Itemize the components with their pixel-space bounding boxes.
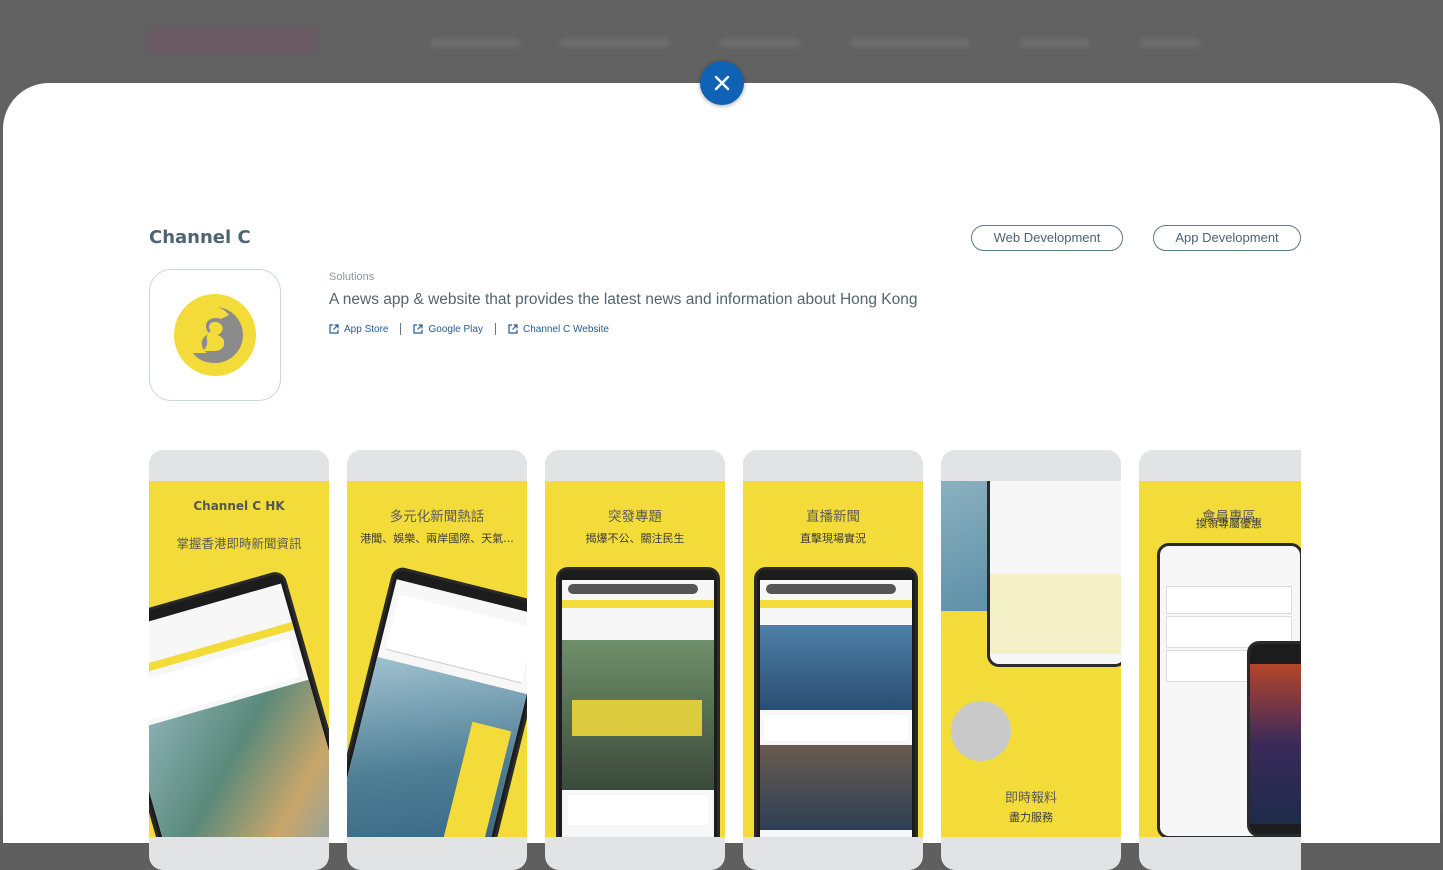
screen-reporter-photo bbox=[951, 701, 1011, 761]
link-google-play[interactable]: Google Play bbox=[413, 323, 483, 335]
screenshot-image: 直播新聞 直擊現場實況 bbox=[743, 481, 923, 837]
screenshot-subheading: 揭爆不公、關注民生 bbox=[585, 532, 685, 545]
screen-search bbox=[766, 584, 896, 594]
screen-band bbox=[562, 600, 714, 608]
phone-screen bbox=[347, 579, 527, 837]
phone-mockup bbox=[556, 567, 720, 837]
tag-web-development[interactable]: Web Development bbox=[971, 225, 1123, 251]
screenshot-5[interactable]: 即時報料 盡力服務 bbox=[941, 450, 1121, 870]
phone-mockup bbox=[347, 565, 527, 837]
screenshot-6[interactable]: 會員專區 換領專屬優惠 bbox=[1139, 450, 1301, 870]
screenshot-image: Channel C HK 掌握香港即時新聞資訊 bbox=[149, 481, 329, 837]
phone-mockup bbox=[754, 567, 918, 837]
tag-app-development[interactable]: App Development bbox=[1153, 225, 1301, 251]
background-nav-item bbox=[850, 38, 970, 48]
external-link-icon bbox=[508, 324, 518, 334]
screenshot-gallery[interactable]: Channel C HK 掌握香港即時新聞資訊 多元化新聞熱話 港聞、娛樂、兩岸… bbox=[149, 450, 1301, 870]
app-icon bbox=[149, 269, 281, 401]
external-link-icon bbox=[329, 324, 339, 334]
screen-band bbox=[760, 600, 912, 608]
link-channel-c-website[interactable]: Channel C Website bbox=[508, 324, 609, 335]
screenshot-3[interactable]: 突發專題 揭爆不公、關注民生 bbox=[545, 450, 725, 870]
screenshot-2[interactable]: 多元化新聞熱話 港聞、娛樂、兩岸國際、天氣... bbox=[347, 450, 527, 870]
close-icon bbox=[714, 75, 730, 91]
phone-screen bbox=[149, 583, 329, 837]
screenshot-image: 突發專題 揭爆不公、關注民生 bbox=[545, 481, 725, 837]
link-app-store[interactable]: App Store bbox=[329, 324, 388, 335]
screen-headline bbox=[572, 700, 702, 736]
screen-search bbox=[568, 584, 698, 594]
project-links: App Store Google Play Channel C Website bbox=[329, 323, 609, 335]
screen-caption bbox=[568, 795, 708, 825]
screen-report-sheet bbox=[990, 574, 1121, 654]
screenshot-heading: 直播新聞 bbox=[806, 509, 860, 525]
phone-mockup bbox=[987, 481, 1121, 667]
screenshot-1[interactable]: Channel C HK 掌握香港即時新聞資訊 bbox=[149, 450, 329, 870]
screenshot-heading: 掌握香港即時新聞資訊 bbox=[176, 536, 302, 551]
screen-promo-posters bbox=[1250, 664, 1301, 824]
close-button[interactable] bbox=[700, 61, 744, 105]
solutions-label: Solutions bbox=[329, 271, 375, 283]
screenshot-heading: 即時報料 bbox=[1004, 791, 1057, 806]
screenshot-heading: 突發專題 bbox=[608, 509, 662, 525]
background-nav-item bbox=[430, 38, 520, 48]
project-description: A news app & website that provides the l… bbox=[329, 291, 918, 308]
project-title: Channel C bbox=[149, 227, 251, 248]
screenshot-subheading: 直擊現場實況 bbox=[800, 532, 866, 545]
screenshot-heading: 多元化新聞熱話 bbox=[389, 509, 485, 525]
phone-screen bbox=[562, 580, 714, 837]
link-divider bbox=[494, 323, 496, 335]
screen-second-video bbox=[760, 745, 912, 830]
channel-c-logo-icon bbox=[174, 294, 256, 376]
screen-caption bbox=[764, 715, 908, 741]
link-label: Google Play bbox=[428, 323, 483, 335]
screenshot-subheading: 換領專屬優惠 bbox=[1196, 517, 1262, 530]
link-label: Channel C Website bbox=[522, 323, 609, 335]
screenshot-image: 多元化新聞熱話 港聞、娛樂、兩岸國際、天氣... bbox=[347, 481, 527, 837]
background-nav-item bbox=[1020, 38, 1090, 48]
screen-coupon-row bbox=[1166, 586, 1292, 614]
background-logo bbox=[148, 28, 318, 54]
phone-mockup-secondary bbox=[1247, 641, 1301, 837]
screen-live-video bbox=[760, 625, 912, 710]
link-divider bbox=[400, 323, 402, 335]
background-nav-item bbox=[720, 38, 800, 48]
screenshot-brand: Channel C HK bbox=[193, 499, 285, 513]
screenshot-subheading: 港聞、娛樂、兩岸國際、天氣... bbox=[360, 532, 514, 545]
phone-screen bbox=[760, 580, 912, 837]
background-nav-item bbox=[1140, 38, 1200, 48]
screenshot-image: 會員專區 換領專屬優惠 bbox=[1139, 481, 1301, 837]
project-modal: Channel C Web Development App Developmen… bbox=[3, 83, 1440, 870]
screenshot-subheading: 盡力服務 bbox=[1009, 811, 1053, 824]
screenshot-4[interactable]: 直播新聞 直擊現場實況 bbox=[743, 450, 923, 870]
external-link-icon bbox=[413, 324, 424, 334]
background-nav-item bbox=[560, 38, 670, 48]
phone-mockup bbox=[149, 569, 329, 837]
screenshot-image: 即時報料 盡力服務 bbox=[941, 481, 1121, 837]
link-label: App Store bbox=[344, 323, 389, 335]
